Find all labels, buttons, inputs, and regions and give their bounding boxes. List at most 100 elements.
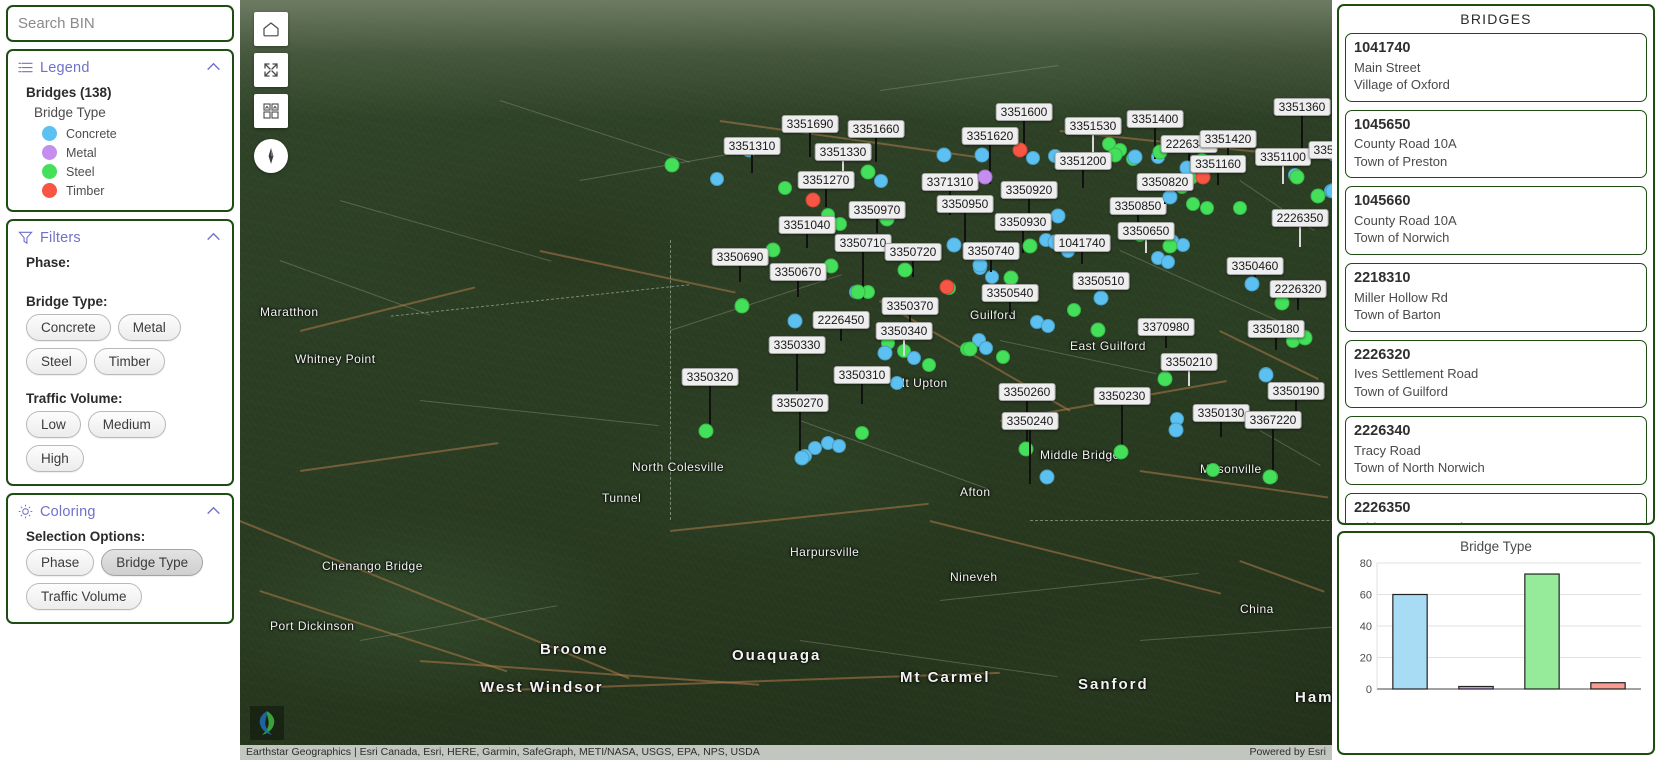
bridge-marker[interactable] xyxy=(1127,149,1143,165)
coloring-header[interactable]: Coloring xyxy=(16,501,224,524)
bridge-bin-label[interactable]: 3350320 xyxy=(681,368,739,386)
bridge-bin-label[interactable]: 3350710 xyxy=(834,234,892,252)
filter-bridge-type-steel[interactable]: Steel xyxy=(26,348,87,375)
bridge-bin-label[interactable]: 3350540 xyxy=(981,284,1039,302)
bridge-bin-label[interactable]: 3371310 xyxy=(921,173,979,191)
chevron-up-icon[interactable] xyxy=(205,229,222,246)
bridge-bin-label[interactable]: 3350260 xyxy=(998,383,1056,401)
filter-traffic-volume-high[interactable]: High xyxy=(26,445,84,472)
home-icon[interactable] xyxy=(254,12,288,46)
bridge-marker[interactable] xyxy=(897,262,913,278)
bridge-marker[interactable] xyxy=(1026,151,1040,165)
bridge-marker[interactable] xyxy=(874,174,888,188)
bridge-marker[interactable] xyxy=(939,279,955,295)
bridge-bin-label[interactable]: 3350210 xyxy=(1160,353,1218,371)
bridge-marker[interactable] xyxy=(1022,238,1038,254)
bridge-bin-label[interactable]: 3350650 xyxy=(1117,222,1175,240)
bridges-scroll-area[interactable]: 1041740 Main Street Village of Oxford 10456… xyxy=(1339,33,1653,523)
bridge-bin-label[interactable]: 3350850 xyxy=(1109,197,1167,215)
bridge-bin-label[interactable]: 3350270 xyxy=(771,394,829,412)
bridge-marker[interactable] xyxy=(1067,303,1081,317)
bridge-marker[interactable] xyxy=(890,376,904,390)
bridge-marker[interactable] xyxy=(850,284,866,300)
bridge-marker[interactable] xyxy=(1157,371,1173,387)
bridge-bin-label[interactable]: 3350690 xyxy=(711,248,769,266)
bridge-bin-label[interactable]: 3367220 xyxy=(1244,411,1302,429)
bridge-marker[interactable] xyxy=(664,157,680,173)
bridge-list-item[interactable]: 2226340 Tracy Road Town of North Norwich xyxy=(1345,416,1647,485)
bridge-list-item[interactable]: 2226350Whites Store RoadTown of Norwich xyxy=(1345,492,1647,523)
bridge-list-item[interactable]: 1041740 Main Street Village of Oxford xyxy=(1345,33,1647,102)
bridge-marker[interactable] xyxy=(860,164,876,180)
chevron-up-icon[interactable] xyxy=(205,503,222,520)
bridge-marker[interactable] xyxy=(1289,169,1305,185)
filters-header[interactable]: Filters xyxy=(16,227,224,250)
bridge-bin-label[interactable]: 3351530 xyxy=(1064,117,1122,135)
legend-header[interactable]: Legend xyxy=(16,57,224,80)
bridge-marker[interactable] xyxy=(855,426,869,440)
bridge-bin-label[interactable]: 3351160 xyxy=(1190,155,1246,173)
bridge-marker[interactable] xyxy=(877,345,893,361)
bridge-bin-label[interactable]: 3351310 xyxy=(723,137,781,155)
bridge-bin-label[interactable]: 3351040 xyxy=(778,216,836,234)
bridge-bin-label[interactable]: 3350180 xyxy=(1247,320,1305,338)
bridge-marker[interactable] xyxy=(1310,188,1326,204)
bridge-bin-label[interactable]: 3351690 xyxy=(781,115,839,133)
bridge-marker[interactable] xyxy=(922,358,936,372)
bridge-bin-label[interactable]: 3351270 xyxy=(797,171,855,189)
bridge-marker[interactable] xyxy=(710,172,724,186)
bridge-marker[interactable] xyxy=(974,147,990,163)
bridge-bin-label[interactable]: 3350820 xyxy=(1136,173,1194,191)
bridge-bin-label[interactable]: 1041740 xyxy=(1053,234,1111,252)
bridge-bin-label[interactable]: 3350330 xyxy=(768,336,826,354)
bridge-marker[interactable] xyxy=(787,313,803,329)
bridge-bin-label[interactable]: 3350130 xyxy=(1192,404,1250,422)
bridge-marker[interactable] xyxy=(1018,441,1034,457)
bridge-bin-label[interactable]: 3351600 xyxy=(995,103,1053,121)
bridge-bin-label[interactable]: 3351420 xyxy=(1199,130,1257,148)
bridge-bin-label[interactable]: 3350510 xyxy=(1072,272,1130,290)
bridge-marker[interactable] xyxy=(805,192,821,208)
filter-traffic-volume-medium[interactable]: Medium xyxy=(87,411,166,438)
bridge-bin-label[interactable]: 3350310 xyxy=(833,366,891,384)
bridge-bin-label[interactable]: 2226450 xyxy=(812,311,870,329)
compass-icon[interactable] xyxy=(254,139,288,173)
bridge-marker[interactable] xyxy=(1200,201,1214,215)
bridge-bin-label[interactable]: 3350740 xyxy=(962,242,1020,260)
bridge-marker[interactable] xyxy=(1262,469,1278,485)
map-view[interactable]: North Colesville Tunnel Chenango Bridge Por… xyxy=(240,0,1332,760)
bridge-marker[interactable] xyxy=(1176,238,1190,252)
chart-bar-metal[interactable] xyxy=(1458,685,1494,690)
bridge-marker[interactable] xyxy=(1039,469,1055,485)
bridge-bin-label[interactable]: 3350970 xyxy=(848,201,906,219)
expand-icon[interactable] xyxy=(254,53,288,87)
bridge-marker[interactable] xyxy=(794,450,810,466)
bridge-marker[interactable] xyxy=(734,298,750,314)
coloring-option-phase[interactable]: Phase xyxy=(26,549,95,576)
bridge-bin-label[interactable]: 3350670 xyxy=(769,263,827,281)
filter-bridge-type-metal[interactable]: Metal xyxy=(117,314,181,341)
bridge-bin-label[interactable]: 3351620 xyxy=(961,127,1019,145)
search-input[interactable] xyxy=(8,7,232,40)
bridge-marker[interactable] xyxy=(1206,463,1220,477)
bridge-bin-label[interactable]: 3351400 xyxy=(1126,110,1184,128)
bridge-bin-label[interactable]: 3350240 xyxy=(1001,412,1059,430)
bridge-bin-label[interactable]: 3350190 xyxy=(1267,382,1325,400)
bridge-marker[interactable] xyxy=(1161,255,1175,269)
bridge-marker[interactable] xyxy=(778,181,792,195)
bridge-bin-label[interactable]: 3351110 xyxy=(1308,141,1332,159)
bridge-bin-label[interactable]: 3351100 xyxy=(1255,148,1311,166)
bridge-bin-label[interactable]: 3370980 xyxy=(1137,318,1195,336)
bridge-marker[interactable] xyxy=(1041,319,1055,333)
bridge-bin-label[interactable]: 3350950 xyxy=(936,195,994,213)
bridge-marker[interactable] xyxy=(1093,290,1109,306)
bridge-marker[interactable] xyxy=(962,341,978,357)
bridge-marker[interactable] xyxy=(996,350,1010,364)
bridge-marker[interactable] xyxy=(1258,367,1274,383)
bridge-bin-label[interactable]: 2226350 xyxy=(1271,209,1329,227)
bridge-bin-label[interactable]: 3350370 xyxy=(881,297,939,315)
bridge-list-item[interactable]: 1045660 County Road 10A Town of Norwich xyxy=(1345,186,1647,255)
bridge-marker[interactable] xyxy=(1090,322,1106,338)
bridge-bin-label[interactable]: 3350340 xyxy=(875,322,933,340)
bridge-list-item[interactable]: 1045650 County Road 10A Town of Preston xyxy=(1345,109,1647,179)
